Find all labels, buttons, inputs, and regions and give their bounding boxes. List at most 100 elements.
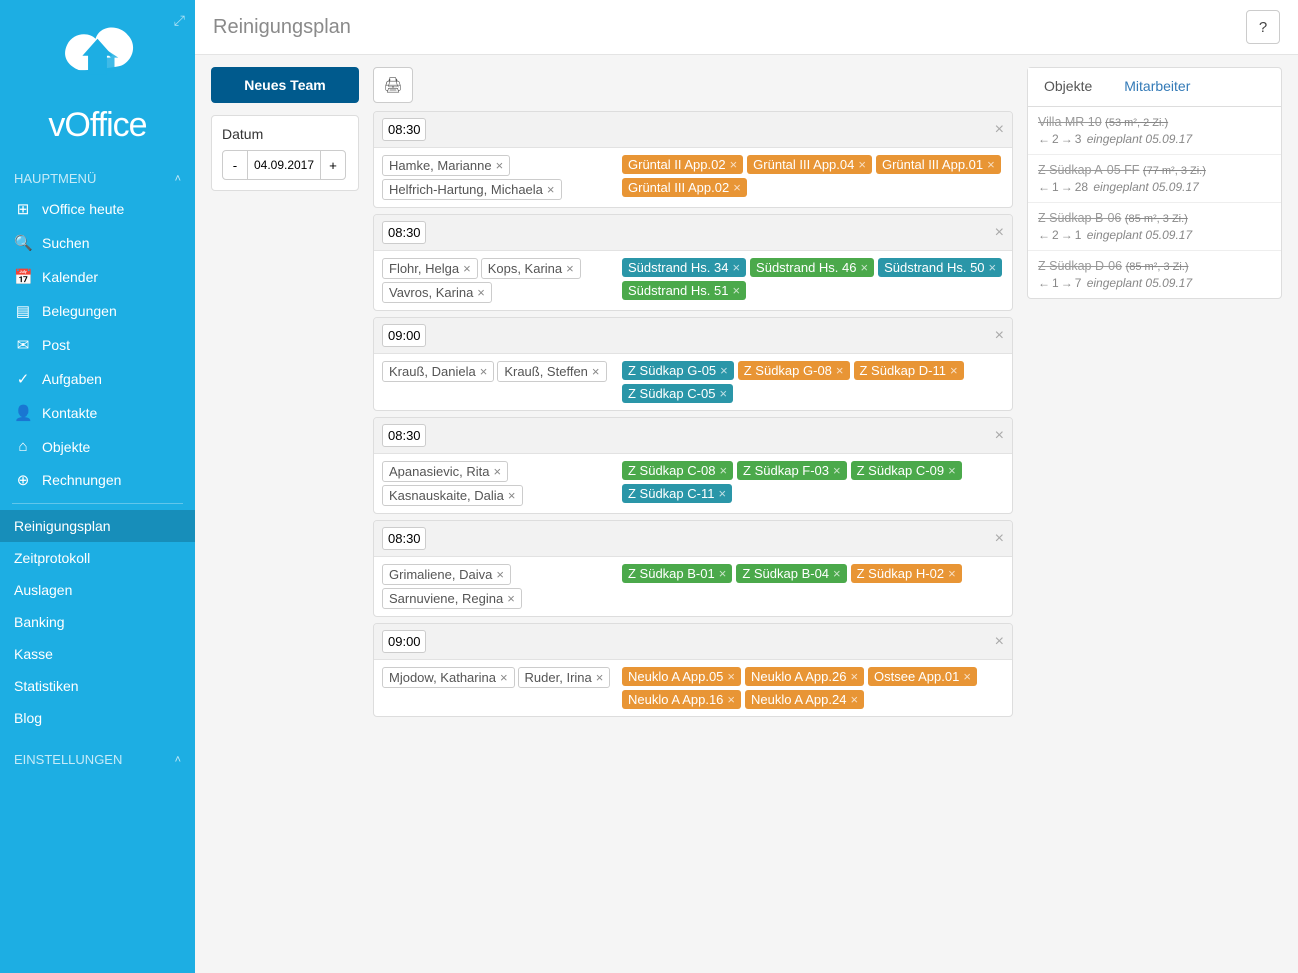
person-chip[interactable]: Flohr, Helga×: [382, 258, 478, 279]
close-icon[interactable]: ×: [995, 121, 1004, 139]
person-chip[interactable]: Krauß, Steffen×: [497, 361, 606, 382]
sidebar-item-post[interactable]: ✉Post: [0, 328, 195, 362]
close-icon[interactable]: ×: [995, 327, 1004, 345]
person-chip[interactable]: Vavros, Karina×: [382, 282, 492, 303]
object-chip[interactable]: Südstrand Hs. 50×: [878, 258, 1002, 277]
team-time-input[interactable]: [382, 630, 426, 653]
remove-icon[interactable]: ×: [833, 566, 841, 581]
remove-icon[interactable]: ×: [950, 363, 958, 378]
help-button[interactable]: ?: [1246, 10, 1280, 44]
remove-icon[interactable]: ×: [496, 158, 504, 173]
remove-icon[interactable]: ×: [718, 486, 726, 501]
sidebar-item-blog[interactable]: Blog: [0, 702, 195, 734]
sidebar-item-kalender[interactable]: 📅Kalender: [0, 260, 195, 294]
remove-icon[interactable]: ×: [566, 261, 574, 276]
remove-icon[interactable]: ×: [720, 363, 728, 378]
remove-icon[interactable]: ×: [861, 260, 869, 275]
team-time-input[interactable]: [382, 324, 426, 347]
remove-icon[interactable]: ×: [596, 670, 604, 685]
sidebar-item-kasse[interactable]: Kasse: [0, 638, 195, 670]
sidebar-item-rechnungen[interactable]: ⊕Rechnungen: [0, 463, 195, 497]
person-chip[interactable]: Hamke, Marianne×: [382, 155, 510, 176]
object-chip[interactable]: Südstrand Hs. 51×: [622, 281, 746, 300]
object-chip[interactable]: Neuklo A App.05×: [622, 667, 741, 686]
object-chip[interactable]: Südstrand Hs. 34×: [622, 258, 746, 277]
person-chip[interactable]: Mjodow, Katharina×: [382, 667, 515, 688]
person-chip[interactable]: Krauß, Daniela×: [382, 361, 494, 382]
sidebar-item-reinigungsplan[interactable]: Reinigungsplan: [0, 510, 195, 542]
object-chip[interactable]: Neuklo A App.26×: [745, 667, 864, 686]
person-chip[interactable]: Kasnauskaite, Dalia×: [382, 485, 523, 506]
object-chip[interactable]: Z Südkap G-08×: [738, 361, 850, 380]
object-chip[interactable]: Z Südkap B-01×: [622, 564, 732, 583]
object-chip[interactable]: Z Südkap D-11×: [854, 361, 964, 380]
close-icon[interactable]: ×: [995, 633, 1004, 651]
object-chip[interactable]: Z Südkap H-02×: [851, 564, 962, 583]
person-chip[interactable]: Grimaliene, Daiva×: [382, 564, 511, 585]
remove-icon[interactable]: ×: [732, 260, 740, 275]
remove-icon[interactable]: ×: [733, 180, 741, 195]
sidebar-item-zeitprotokoll[interactable]: Zeitprotokoll: [0, 542, 195, 574]
team-time-input[interactable]: [382, 118, 426, 141]
remove-icon[interactable]: ×: [850, 692, 858, 707]
remove-icon[interactable]: ×: [493, 464, 501, 479]
object-chip[interactable]: Z Südkap C-11×: [622, 484, 732, 503]
remove-icon[interactable]: ×: [500, 670, 508, 685]
person-chip[interactable]: Apanasievic, Rita×: [382, 461, 508, 482]
remove-icon[interactable]: ×: [508, 488, 516, 503]
object-chip[interactable]: Z Südkap C-09×: [851, 461, 962, 480]
new-team-button[interactable]: Neues Team: [211, 67, 359, 103]
person-chip[interactable]: Sarnuviene, Regina×: [382, 588, 522, 609]
team-time-input[interactable]: [382, 527, 426, 550]
person-chip[interactable]: Kops, Karina×: [481, 258, 581, 279]
remove-icon[interactable]: ×: [963, 669, 971, 684]
remove-icon[interactable]: ×: [547, 182, 555, 197]
sidebar-item-aufgaben[interactable]: ✓Aufgaben: [0, 362, 195, 396]
sidebar-item-statistiken[interactable]: Statistiken: [0, 670, 195, 702]
tab-objects[interactable]: Objekte: [1028, 68, 1108, 106]
person-chip[interactable]: Ruder, Irina×: [518, 667, 611, 688]
date-next-button[interactable]: +: [320, 150, 346, 180]
object-chip[interactable]: Neuklo A App.16×: [622, 690, 741, 709]
object-chip[interactable]: Grüntal III App.01×: [876, 155, 1001, 174]
remove-icon[interactable]: ×: [987, 157, 995, 172]
remove-icon[interactable]: ×: [507, 591, 515, 606]
close-icon[interactable]: ×: [995, 530, 1004, 548]
remove-icon[interactable]: ×: [850, 669, 858, 684]
object-list-item[interactable]: Villa MR 10 (53 m², 2 Zi.) ← 2 → 3 einge…: [1028, 107, 1281, 155]
remove-icon[interactable]: ×: [496, 567, 504, 582]
remove-icon[interactable]: ×: [730, 157, 738, 172]
sidebar-item-auslagen[interactable]: Auslagen: [0, 574, 195, 606]
date-input[interactable]: [248, 150, 320, 180]
remove-icon[interactable]: ×: [477, 285, 485, 300]
object-list-item[interactable]: Z Südkap A-05 FF (77 m², 3 Zi.) ← 1 → 28…: [1028, 155, 1281, 203]
team-time-input[interactable]: [382, 221, 426, 244]
object-chip[interactable]: Südstrand Hs. 46×: [750, 258, 874, 277]
remove-icon[interactable]: ×: [948, 566, 956, 581]
object-chip[interactable]: Grüntal II App.02×: [622, 155, 743, 174]
object-chip[interactable]: Grüntal III App.04×: [747, 155, 872, 174]
object-chip[interactable]: Z Südkap C-08×: [622, 461, 733, 480]
object-list-item[interactable]: Z Südkap B-06 (85 m², 3 Zi.) ← 2 → 1 ein…: [1028, 203, 1281, 251]
print-button[interactable]: 🖨: [373, 67, 413, 103]
object-chip[interactable]: Neuklo A App.24×: [745, 690, 864, 709]
remove-icon[interactable]: ×: [719, 386, 727, 401]
object-chip[interactable]: Z Südkap B-04×: [736, 564, 846, 583]
sidebar-item-belegungen[interactable]: ▤Belegungen: [0, 294, 195, 328]
close-icon[interactable]: ×: [995, 427, 1004, 445]
remove-icon[interactable]: ×: [592, 364, 600, 379]
remove-icon[interactable]: ×: [727, 669, 735, 684]
date-prev-button[interactable]: -: [222, 150, 248, 180]
remove-icon[interactable]: ×: [719, 566, 727, 581]
sidebar-item-kontakte[interactable]: 👤Kontakte: [0, 396, 195, 430]
close-icon[interactable]: ×: [995, 224, 1004, 242]
object-chip[interactable]: Grüntal III App.02×: [622, 178, 747, 197]
remove-icon[interactable]: ×: [833, 463, 841, 478]
remove-icon[interactable]: ×: [480, 364, 488, 379]
remove-icon[interactable]: ×: [858, 157, 866, 172]
menu-section-main[interactable]: HAUPTMENÜ˄: [0, 165, 195, 192]
remove-icon[interactable]: ×: [989, 260, 997, 275]
remove-icon[interactable]: ×: [732, 283, 740, 298]
remove-icon[interactable]: ×: [463, 261, 471, 276]
remove-icon[interactable]: ×: [836, 363, 844, 378]
